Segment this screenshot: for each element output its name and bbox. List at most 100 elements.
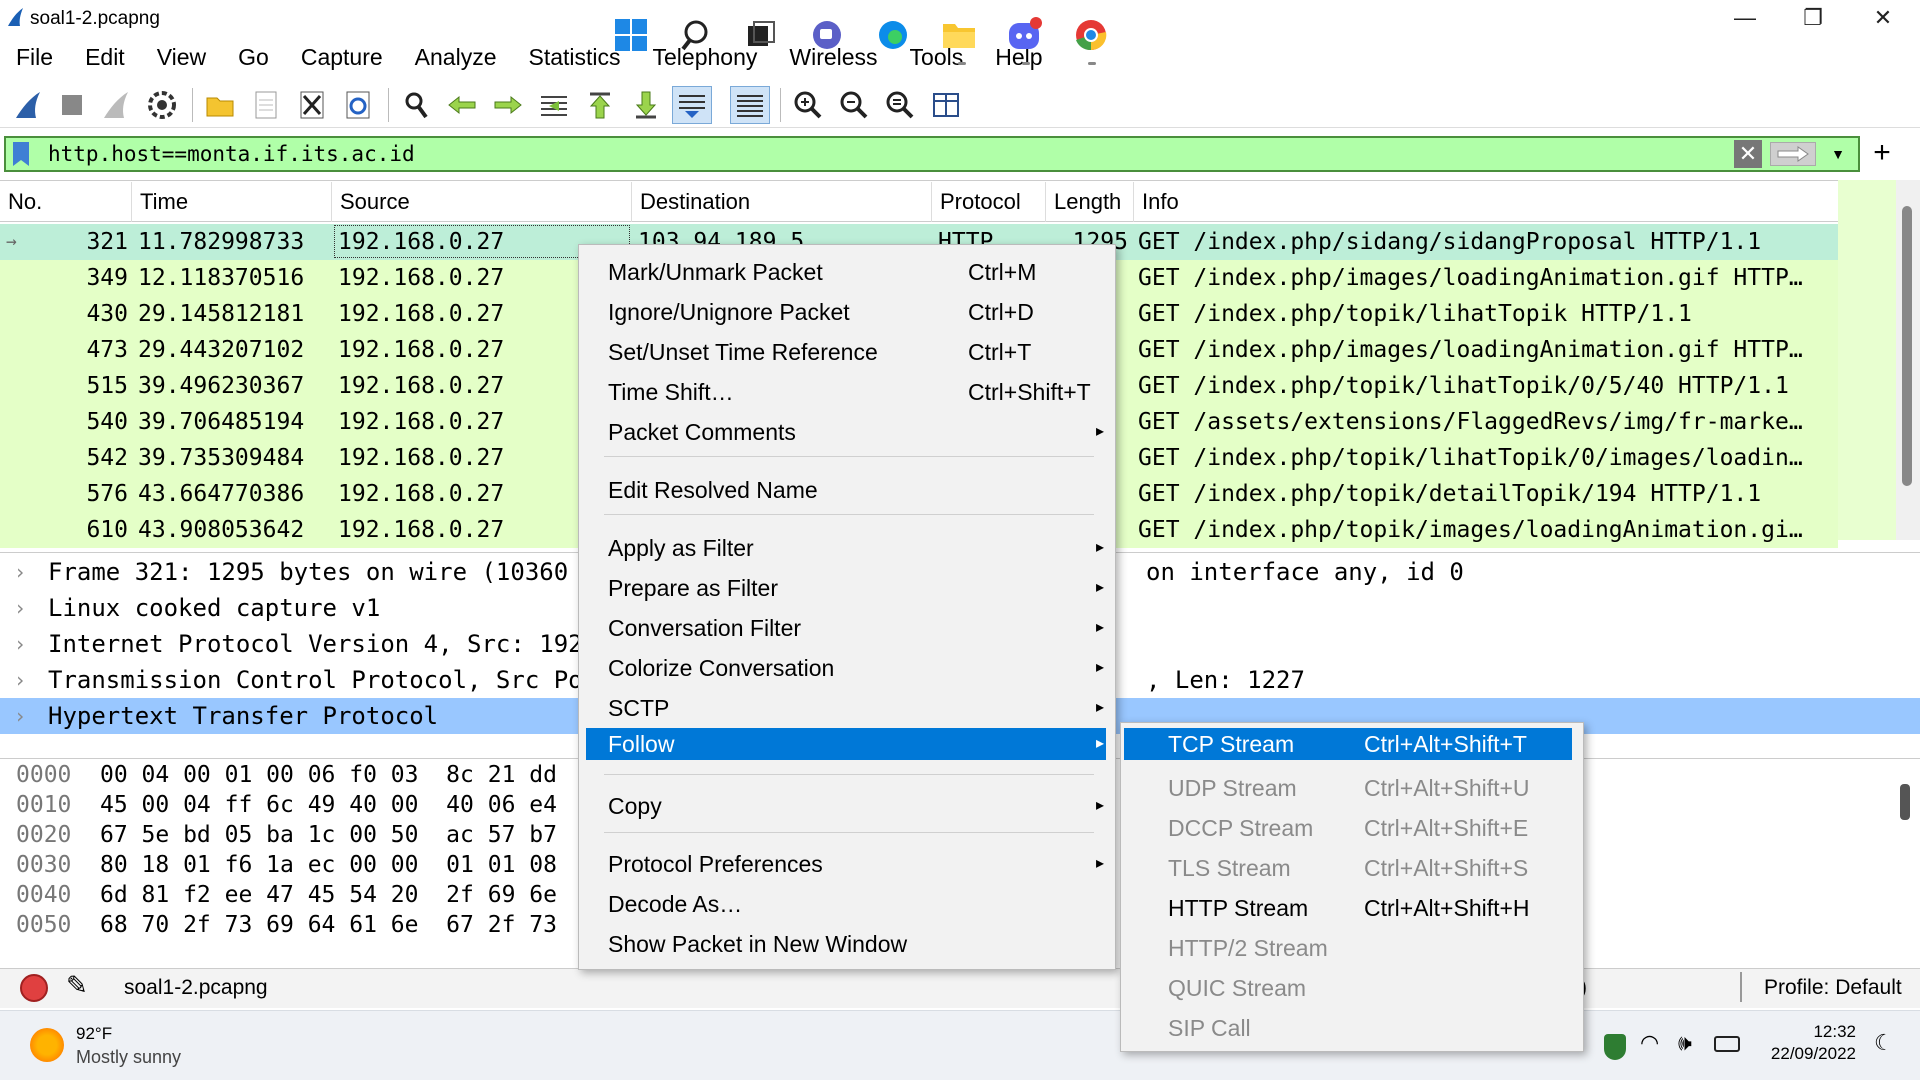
colorize-icon[interactable] [730, 86, 770, 124]
first-packet-icon[interactable] [580, 86, 620, 124]
hex-dump-row[interactable]: 0030 80 18 01 f6 1a ec 00 00 01 01 08 [16, 850, 557, 880]
expand-chevron-icon[interactable]: › [14, 698, 26, 734]
expand-chevron-icon[interactable]: › [14, 662, 26, 698]
weather-sun-icon[interactable] [30, 1028, 64, 1062]
context-menu-item[interactable]: SCTP ▸ [586, 688, 1106, 728]
stop-capture-icon[interactable] [52, 86, 92, 124]
weather-temperature[interactable]: 92°F [76, 1024, 112, 1044]
hex-dump-row[interactable]: 0010 45 00 04 ff 6c 49 40 00 40 06 e4 [16, 790, 557, 820]
context-menu-item[interactable]: Edit Resolved Name [586, 470, 1106, 510]
clear-filter-icon[interactable]: ✕ [1734, 140, 1762, 168]
close-file-icon[interactable] [292, 86, 332, 124]
windows-start-icon[interactable] [610, 14, 652, 56]
column-header-destination[interactable]: Destination [632, 182, 932, 222]
zoom-normal-icon[interactable] [880, 86, 920, 124]
context-menu-item[interactable]: Copy ▸ [586, 786, 1106, 826]
bytes-scroll-thumb[interactable] [1900, 784, 1910, 820]
resize-columns-icon[interactable] [926, 86, 966, 124]
go-back-icon[interactable] [442, 86, 482, 124]
notification-moon-icon[interactable]: ☾ [1874, 1030, 1894, 1056]
context-menu-item[interactable]: Apply as Filter ▸ [586, 528, 1106, 568]
add-filter-button[interactable]: + [1864, 136, 1900, 172]
reload-file-icon[interactable] [338, 86, 378, 124]
find-packet-icon[interactable] [396, 86, 436, 124]
teams-chat-icon[interactable] [806, 14, 848, 56]
follow-submenu-item[interactable]: UDP Stream Ctrl+Alt+Shift+U [1124, 768, 1572, 808]
context-menu-item[interactable]: Follow ▸ [586, 728, 1106, 760]
battery-icon[interactable] [1714, 1036, 1740, 1052]
expand-chevron-icon[interactable]: › [14, 554, 26, 590]
capture-comment-icon[interactable]: ✎ [66, 970, 88, 1001]
follow-submenu-item[interactable]: TLS Stream Ctrl+Alt+Shift+S [1124, 848, 1572, 888]
search-icon[interactable] [676, 14, 718, 56]
follow-submenu-item[interactable]: TCP Stream Ctrl+Alt+Shift+T [1124, 728, 1572, 760]
zoom-out-icon[interactable] [834, 86, 874, 124]
context-menu-item[interactable]: Time Shift… Ctrl+Shift+T [586, 372, 1106, 412]
follow-submenu-item[interactable]: SIP Call [1124, 1008, 1572, 1048]
task-view-icon[interactable] [740, 14, 782, 56]
context-menu-item[interactable]: Protocol Preferences ▸ [586, 844, 1106, 884]
zoom-in-icon[interactable] [788, 86, 828, 124]
restart-capture-icon[interactable] [96, 86, 136, 124]
hex-dump-row[interactable]: 0000 00 04 00 01 00 06 f0 03 8c 21 dd [16, 760, 557, 790]
column-header-protocol[interactable]: Protocol [932, 182, 1046, 222]
column-header-no[interactable]: No. [0, 182, 132, 222]
shark-fin-start-icon[interactable] [8, 86, 48, 124]
menu-view[interactable]: View [141, 40, 222, 74]
autoscroll-icon[interactable] [672, 86, 712, 124]
hex-dump-row[interactable]: 0020 67 5e bd 05 ba 1c 00 50 ac 57 b7 [16, 820, 557, 850]
context-menu-item[interactable]: Decode As… [586, 884, 1106, 924]
column-header-length[interactable]: Length [1046, 182, 1134, 222]
context-menu-item[interactable]: Conversation Filter ▸ [586, 608, 1106, 648]
filter-bookmark-icon[interactable] [10, 140, 32, 168]
apply-filter-icon[interactable] [1770, 142, 1816, 166]
last-packet-icon[interactable] [626, 86, 666, 124]
maximize-button[interactable]: ❐ [1778, 0, 1848, 36]
weather-description[interactable]: Mostly sunny [76, 1047, 181, 1068]
context-menu-item[interactable]: Prepare as Filter ▸ [586, 568, 1106, 608]
expand-chevron-icon[interactable]: › [14, 626, 26, 662]
file-explorer-icon[interactable] [938, 14, 980, 56]
edge-icon[interactable] [872, 14, 914, 56]
expert-info-icon[interactable] [20, 974, 48, 1002]
follow-submenu-item[interactable]: QUIC Stream [1124, 968, 1572, 1008]
menu-file[interactable]: File [0, 40, 69, 74]
status-profile[interactable]: Profile: Default [1764, 976, 1902, 1000]
open-file-icon[interactable] [200, 86, 240, 124]
column-header-info[interactable]: Info [1134, 182, 1838, 222]
menu-go[interactable]: Go [222, 40, 285, 74]
clock-time[interactable]: 12:32 [1772, 1022, 1856, 1042]
security-shield-icon[interactable] [1604, 1034, 1626, 1060]
filter-history-dropdown-icon[interactable]: ▼ [1826, 142, 1850, 166]
context-menu-item[interactable]: Colorize Conversation ▸ [586, 648, 1106, 688]
hex-dump-row[interactable]: 0040 6d 81 f2 ee 47 45 54 20 2f 69 6e [16, 880, 557, 910]
context-menu-item[interactable]: Set/Unset Time Reference Ctrl+T [586, 332, 1106, 372]
context-menu-item[interactable]: Packet Comments ▸ [586, 412, 1106, 452]
hex-dump-row[interactable]: 0050 68 70 2f 73 69 64 61 6e 67 2f 73 [16, 910, 557, 940]
menu-edit[interactable]: Edit [69, 40, 141, 74]
wifi-icon[interactable]: ◠ [1640, 1030, 1659, 1056]
clock-date[interactable]: 22/09/2022 [1760, 1044, 1856, 1064]
capture-options-icon[interactable] [142, 86, 182, 124]
go-forward-icon[interactable] [488, 86, 528, 124]
save-file-icon[interactable] [246, 86, 286, 124]
packet-list-scroll-thumb[interactable] [1902, 206, 1912, 486]
minimize-button[interactable]: — [1710, 0, 1780, 36]
follow-submenu-item[interactable]: HTTP/2 Stream [1124, 928, 1572, 968]
menu-capture[interactable]: Capture [285, 40, 399, 74]
context-menu-item[interactable]: Show Packet in New Window [586, 924, 1106, 964]
packet-minimap[interactable] [1838, 180, 1896, 540]
column-header-time[interactable]: Time [132, 182, 332, 222]
go-to-packet-icon[interactable] [534, 86, 574, 124]
expand-chevron-icon[interactable]: › [14, 590, 26, 626]
column-header-source[interactable]: Source [332, 182, 632, 222]
volume-icon[interactable]: 🕪 [1678, 1030, 1692, 1056]
discord-icon[interactable] [1004, 14, 1046, 56]
follow-submenu-item[interactable]: DCCP Stream Ctrl+Alt+Shift+E [1124, 808, 1572, 848]
display-filter-input[interactable]: http.host==monta.if.its.ac.id [48, 140, 415, 168]
chrome-icon[interactable] [1070, 14, 1112, 56]
follow-submenu-item[interactable]: HTTP Stream Ctrl+Alt+Shift+H [1124, 888, 1572, 928]
menu-analyze[interactable]: Analyze [399, 40, 513, 74]
context-menu-item[interactable]: Ignore/Unignore Packet Ctrl+D [586, 292, 1106, 332]
context-menu-item[interactable]: Mark/Unmark Packet Ctrl+M [586, 252, 1106, 292]
